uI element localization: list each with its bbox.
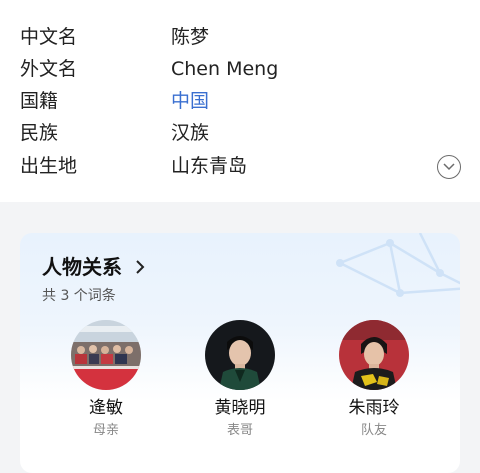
relations-card: 人物关系 共 3 个词条 逄敏 母亲 黄晓明 表哥 朱雨玲 队友 xyxy=(20,233,460,473)
expand-button[interactable] xyxy=(437,155,461,179)
chevron-right-icon[interactable] xyxy=(134,259,146,275)
info-row-chinese-name: 中文名 陈梦 xyxy=(20,21,460,53)
relation-person[interactable]: 朱雨玲 队友 xyxy=(319,320,429,440)
person-relation: 队友 xyxy=(360,423,387,438)
person-relation: 表哥 xyxy=(226,423,253,438)
info-value: 陈梦 xyxy=(171,26,210,48)
person-name: 朱雨玲 xyxy=(348,398,400,418)
relation-person[interactable]: 逄敏 母亲 xyxy=(51,320,161,440)
info-key: 中文名 xyxy=(20,26,78,48)
info-key: 民族 xyxy=(20,122,59,144)
info-key: 国籍 xyxy=(20,90,59,112)
relations-count: 共 3 个词条 xyxy=(42,288,116,304)
person-name: 黄晓明 xyxy=(214,398,266,418)
avatar xyxy=(339,320,409,390)
info-row-foreign-name: 外文名 Chen Meng xyxy=(20,53,460,85)
avatar xyxy=(205,320,275,390)
nationality-link[interactable]: 中国 xyxy=(171,85,209,117)
info-value: 山东青岛 xyxy=(171,155,248,177)
info-key: 出生地 xyxy=(20,155,78,177)
chevron-down-icon xyxy=(443,163,455,171)
person-name: 逄敏 xyxy=(89,398,123,418)
avatar xyxy=(71,320,141,390)
info-row-birthplace: 出生地 山东青岛 xyxy=(20,150,460,182)
person-relation: 母亲 xyxy=(92,423,119,438)
info-row-nationality: 国籍 中国 xyxy=(20,85,460,117)
info-row-ethnicity: 民族 汉族 xyxy=(20,117,460,149)
info-value: Chen Meng xyxy=(171,58,279,80)
basic-info-card: 中文名 陈梦 外文名 Chen Meng 国籍 中国 民族 汉族 出生地 山东青… xyxy=(0,0,480,202)
decorative-network-graphic xyxy=(336,233,460,297)
info-key: 外文名 xyxy=(20,58,78,80)
relation-person[interactable]: 黄晓明 表哥 xyxy=(185,320,295,440)
info-value: 汉族 xyxy=(171,122,210,144)
relations-title[interactable]: 人物关系 xyxy=(42,253,122,281)
